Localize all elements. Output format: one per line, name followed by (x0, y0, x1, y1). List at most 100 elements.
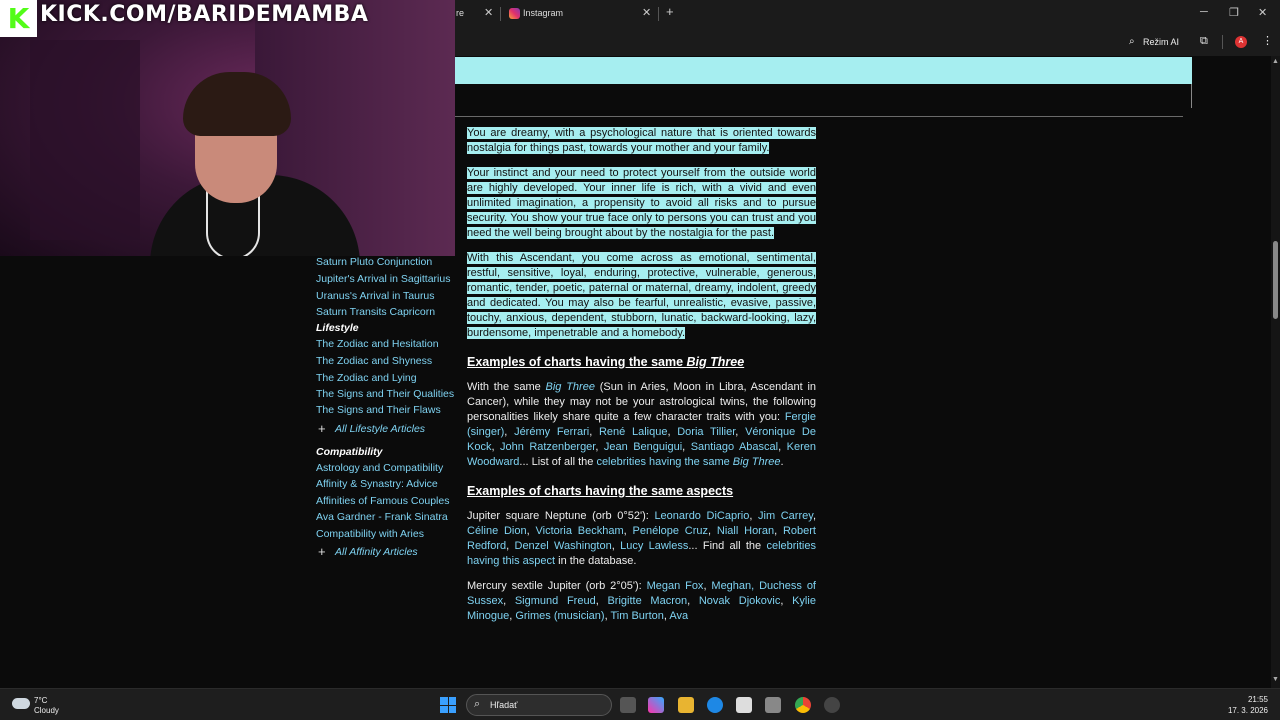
scroll-up-icon[interactable]: ▲ (1272, 58, 1279, 65)
text: . (780, 456, 784, 468)
person-link[interactable]: Brigitte Macron (607, 595, 687, 607)
person-link[interactable]: Ava (669, 610, 688, 622)
paragraph: You are dreamy, with a psychological nat… (467, 126, 816, 156)
person-link[interactable]: Santiago Abascal (691, 441, 778, 453)
sidebar-link[interactable]: Affinity & Synastry: Advice (316, 478, 438, 490)
app-icon[interactable] (765, 697, 781, 713)
minimize-icon[interactable]: ─ (1200, 6, 1208, 18)
sidebar-link[interactable]: The Signs and Their Qualities (316, 388, 454, 400)
person-link[interactable]: René Lalique (599, 426, 667, 438)
background-window (30, 40, 140, 240)
person-link[interactable]: Grimes (musician) (515, 610, 604, 622)
scroll-down-icon[interactable]: ▼ (1272, 676, 1279, 683)
highlighted-text: With this Ascendant, you come across as … (467, 252, 816, 339)
text: Jupiter square Neptune (orb 0°52'): (467, 510, 655, 522)
paragraph: With this Ascendant, you come across as … (467, 251, 816, 341)
sidebar-link[interactable]: Uranus's Arrival in Taurus (316, 290, 435, 302)
weather-desc[interactable]: Cloudy (34, 706, 59, 715)
big-three-link[interactable]: Big Three (546, 381, 595, 393)
cloud-icon (12, 698, 30, 709)
expand-plus-icon[interactable]: + (318, 421, 326, 436)
sidebar-link[interactable]: Ava Gardner - Frank Sinatra (316, 511, 448, 523)
file-explorer-icon[interactable] (678, 697, 694, 713)
sidebar-heading-compatibility: Compatibility (316, 446, 383, 458)
text: in the database. (555, 555, 637, 567)
webcam-overlay: K KICK.COM/BARIDEMAMBA (0, 0, 455, 256)
ai-mode-button[interactable]: Režim AI (1143, 37, 1179, 47)
person-link[interactable]: Jim Carrey (758, 510, 813, 522)
menu-icon[interactable]: ⋮ (1262, 34, 1273, 47)
person-link[interactable]: Niall Horan (717, 525, 774, 537)
page-border-line (1191, 84, 1192, 108)
page-scrollbar[interactable]: ▲ ▼ (1271, 56, 1280, 688)
edge-icon[interactable] (707, 697, 723, 713)
kick-logo-letter: K (7, 2, 30, 35)
search-icon: ⌕ (474, 698, 481, 710)
tab-separator (658, 7, 659, 21)
all-lifestyle-articles-link[interactable]: All Lifestyle Articles (335, 423, 425, 435)
scroll-thumb[interactable] (1273, 241, 1278, 319)
paragraph-aspect-jupiter-neptune: Jupiter square Neptune (orb 0°52'): Leon… (467, 509, 816, 569)
taskbar-search[interactable]: ⌕ Hľadať (466, 694, 612, 716)
person-link[interactable]: Lucy Lawless (620, 540, 688, 552)
kick-logo-icon: K (0, 0, 37, 37)
person-link[interactable]: Penélope Cruz (633, 525, 709, 537)
section-heading-big-three: Examples of charts having the same Big T… (467, 355, 816, 370)
sidebar-link[interactable]: The Zodiac and Shyness (316, 355, 432, 367)
sidebar-link[interactable]: Affinities of Famous Couples (316, 495, 449, 507)
search-icon: ⌕ (1129, 36, 1135, 47)
close-window-icon[interactable]: ✕ (1258, 6, 1267, 19)
person-link[interactable]: Tim Burton (610, 610, 663, 622)
clock-time[interactable]: 21:55 (1248, 695, 1268, 704)
browser-toolbar: ⌕ Režim AI ⧉ ⋮ (455, 28, 1280, 56)
chrome-icon[interactable] (795, 697, 811, 713)
text: ... Find all the (688, 540, 767, 552)
sidebar-link[interactable]: Saturn Pluto Conjunction (316, 256, 432, 268)
sidebar-link[interactable]: Jupiter's Arrival in Sagittarius (316, 273, 450, 285)
tab-close-icon[interactable]: ✕ (484, 6, 493, 19)
extensions-icon[interactable]: ⧉ (1200, 35, 1208, 48)
person-link[interactable]: Victoria Beckham (536, 525, 624, 537)
maximize-icon[interactable]: ❐ (1229, 6, 1239, 19)
person-link[interactable]: Doria Tillier (677, 426, 735, 438)
start-menu-icon[interactable] (440, 697, 456, 713)
tab-instagram-label[interactable]: Instagram (523, 8, 563, 18)
sidebar-link[interactable]: The Zodiac and Hesitation (316, 338, 439, 350)
section-heading-aspects: Examples of charts having the same aspec… (467, 484, 734, 498)
person-link[interactable]: Sigmund Freud (515, 595, 596, 607)
copilot-icon[interactable] (648, 697, 664, 713)
paragraph: Your instinct and your need to protect y… (467, 166, 816, 241)
person-link[interactable]: Megan Fox (647, 580, 704, 592)
app-icon[interactable] (824, 697, 840, 713)
person-link[interactable]: Denzel Washington (515, 540, 612, 552)
highlighted-text: You are dreamy, with a psychological nat… (467, 127, 816, 154)
search-input[interactable]: Hľadať (490, 700, 518, 710)
paragraph-aspect-mercury-jupiter: Mercury sextile Jupiter (orb 2°05'): Meg… (467, 579, 816, 624)
expand-plus-icon[interactable]: + (318, 544, 326, 559)
new-tab-icon[interactable]: + (666, 4, 674, 19)
person-link[interactable]: Jean Benguigui (604, 441, 682, 453)
person-link[interactable]: Leonardo DiCaprio (654, 510, 749, 522)
sidebar-link[interactable]: The Zodiac and Lying (316, 372, 417, 384)
link-text: celebrities having the same (596, 456, 733, 468)
clock-date[interactable]: 17. 3. 2026 (1228, 706, 1268, 715)
person-link[interactable]: Novak Djokovic (699, 595, 780, 607)
heading-text: Examples of charts having the same (467, 355, 687, 369)
sidebar-link[interactable]: Saturn Transits Capricorn (316, 306, 435, 318)
toolbar-separator (1222, 35, 1223, 49)
person-link[interactable]: John Ratzenberger (500, 441, 595, 453)
all-affinity-articles-link[interactable]: All Affinity Articles (335, 546, 418, 558)
store-icon[interactable] (736, 697, 752, 713)
person-link[interactable]: Jérémy Ferrari (514, 426, 589, 438)
task-view-icon[interactable] (620, 697, 636, 713)
sidebar-link[interactable]: Compatibility with Aries (316, 528, 424, 540)
sidebar-link[interactable]: Astrology and Compatibility (316, 462, 443, 474)
tab-close-icon[interactable]: ✕ (642, 6, 651, 19)
highlighted-text: Your instinct and your need to protect y… (467, 167, 816, 239)
weather-temp[interactable]: 7°C (34, 696, 47, 705)
celebrities-big-three-link[interactable]: celebrities having the same Big Three (596, 456, 780, 468)
person-link[interactable]: Céline Dion (467, 525, 527, 537)
sidebar-link[interactable]: The Signs and Their Flaws (316, 404, 441, 416)
tab-partial-label[interactable]: re (456, 8, 464, 18)
profile-avatar[interactable]: A (1235, 36, 1247, 48)
